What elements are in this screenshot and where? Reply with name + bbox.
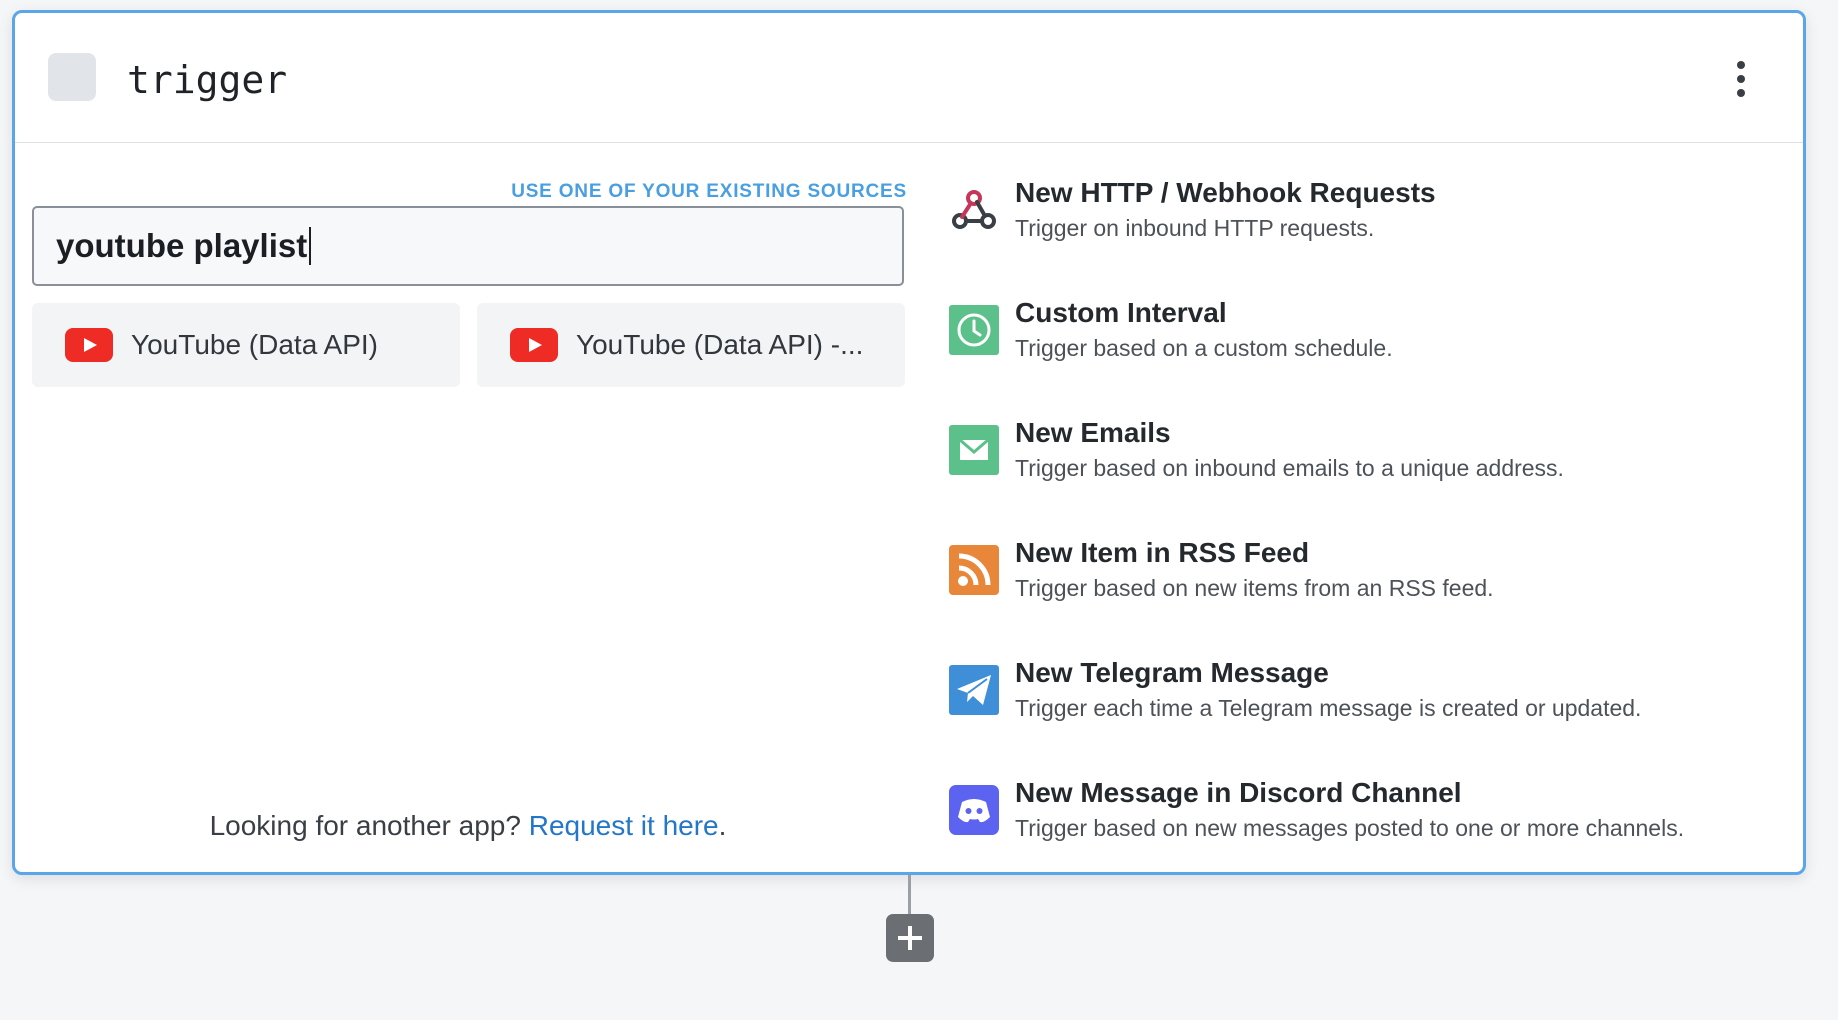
source-discord-channel[interactable]: New Message in Discord Channel Trigger b… [949,777,1769,867]
source-title: Custom Interval [1015,297,1227,328]
app-result-label: YouTube (Data API) -... [576,329,864,360]
use-existing-sources-link[interactable]: USE ONE OF YOUR EXISTING SOURCES [495,181,907,203]
step-connector-line [908,875,911,915]
telegram-icon [949,665,999,715]
source-description: Trigger based on inbound emails to a uni… [1015,455,1564,481]
request-app-suffix: . [718,810,727,841]
email-icon [949,425,999,475]
app-result-youtube-data-api-2[interactable]: YouTube (Data API) -... [477,303,905,387]
rss-icon [949,545,999,595]
app-search-input[interactable]: youtube playlist [32,206,904,286]
trigger-step-card: trigger USE ONE OF YOUR EXISTING SOURCES… [12,10,1806,875]
youtube-icon [510,328,558,362]
kebab-dot [1737,61,1745,69]
add-step-button[interactable] [886,914,934,962]
request-app-link[interactable]: Request it here [529,810,719,841]
source-custom-interval[interactable]: Custom Interval Trigger based on a custo… [949,297,1769,387]
step-header: trigger [15,13,1803,143]
webhook-icon [952,190,996,229]
source-title: New Message in Discord Channel [1015,777,1462,808]
youtube-icon [65,328,113,362]
step-icon-placeholder [48,53,96,101]
source-title: New Telegram Message [1015,657,1329,688]
more-options-icon[interactable] [1731,61,1751,97]
kebab-dot [1737,75,1745,83]
source-description: Trigger based on a custom schedule. [1015,335,1393,361]
app-result-label: YouTube (Data API) [131,329,378,360]
kebab-dot [1737,89,1745,97]
clock-icon [949,305,999,355]
source-title: New Item in RSS Feed [1015,537,1310,568]
app-result-youtube-data-api[interactable]: YouTube (Data API) [32,303,460,387]
text-caret [309,227,312,265]
source-title: New HTTP / Webhook Requests [1015,177,1436,208]
source-description: Trigger each time a Telegram message is … [1015,695,1642,721]
source-description: Trigger on inbound HTTP requests. [1015,215,1375,241]
request-app-prefix: Looking for another app? [209,810,529,841]
source-rss-feed[interactable]: New Item in RSS Feed Trigger based on ne… [949,537,1769,627]
source-http-webhook[interactable]: New HTTP / Webhook Requests Trigger on i… [949,177,1769,267]
source-description: Trigger based on new items from an RSS f… [1015,575,1494,601]
source-title: New Emails [1015,417,1171,448]
step-title[interactable]: trigger [127,61,287,99]
discord-icon [949,785,999,835]
workflow-canvas: trigger USE ONE OF YOUR EXISTING SOURCES… [0,0,1838,1020]
source-new-emails[interactable]: New Emails Trigger based on inbound emai… [949,417,1769,507]
source-telegram-message[interactable]: New Telegram Message Trigger each time a… [949,657,1769,747]
search-input-value: youtube playlist [56,227,308,264]
request-app-text: Looking for another app? Request it here… [15,810,921,842]
source-description: Trigger based on new messages posted to … [1015,815,1685,841]
